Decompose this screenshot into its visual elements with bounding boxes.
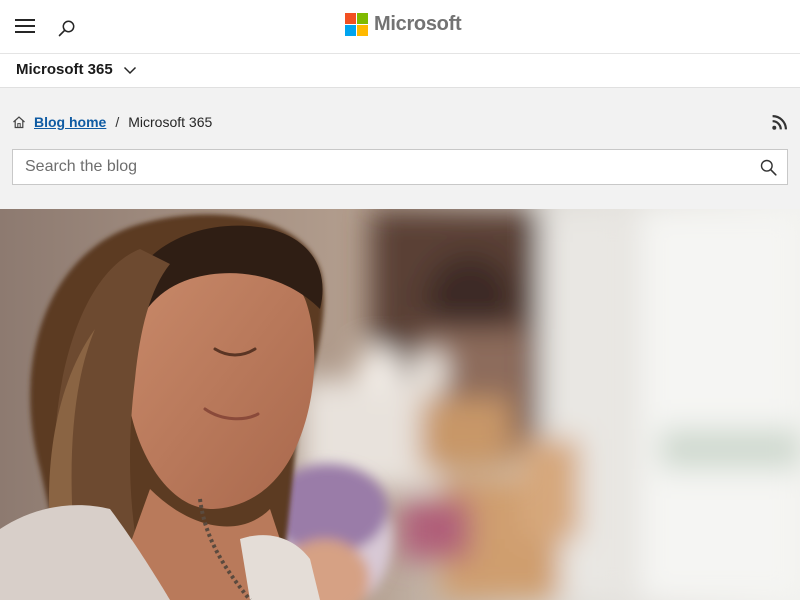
breadcrumb-current: Microsoft 365: [128, 114, 213, 130]
product-menu-button[interactable]: Microsoft 365: [16, 61, 137, 78]
product-bar: Microsoft 365: [0, 54, 800, 88]
microsoft-logo[interactable]: Microsoft: [345, 12, 462, 36]
hero-image: [0, 209, 800, 600]
blog-search-form: [12, 149, 788, 185]
search-icon[interactable]: [56, 18, 78, 40]
microsoft-logo-text: Microsoft: [374, 13, 462, 35]
search-icon[interactable]: [760, 159, 777, 176]
home-icon: [13, 116, 25, 129]
microsoft-logo-mark: [345, 12, 368, 36]
chevron-down-icon: [123, 66, 136, 74]
rss-icon[interactable]: [772, 115, 787, 130]
site-header: Microsoft: [0, 0, 800, 54]
blog-toolbar: Blog home / Microsoft 365: [0, 88, 800, 209]
breadcrumb-blog-home-link[interactable]: Blog home: [34, 114, 106, 130]
hero-photo: [0, 209, 800, 600]
breadcrumb: Blog home / Microsoft 365: [12, 114, 212, 130]
breadcrumb-separator: /: [115, 114, 120, 130]
blog-search-input[interactable]: [13, 150, 753, 184]
hamburger-menu-icon[interactable]: [12, 14, 40, 38]
product-name: Microsoft 365: [16, 61, 113, 78]
